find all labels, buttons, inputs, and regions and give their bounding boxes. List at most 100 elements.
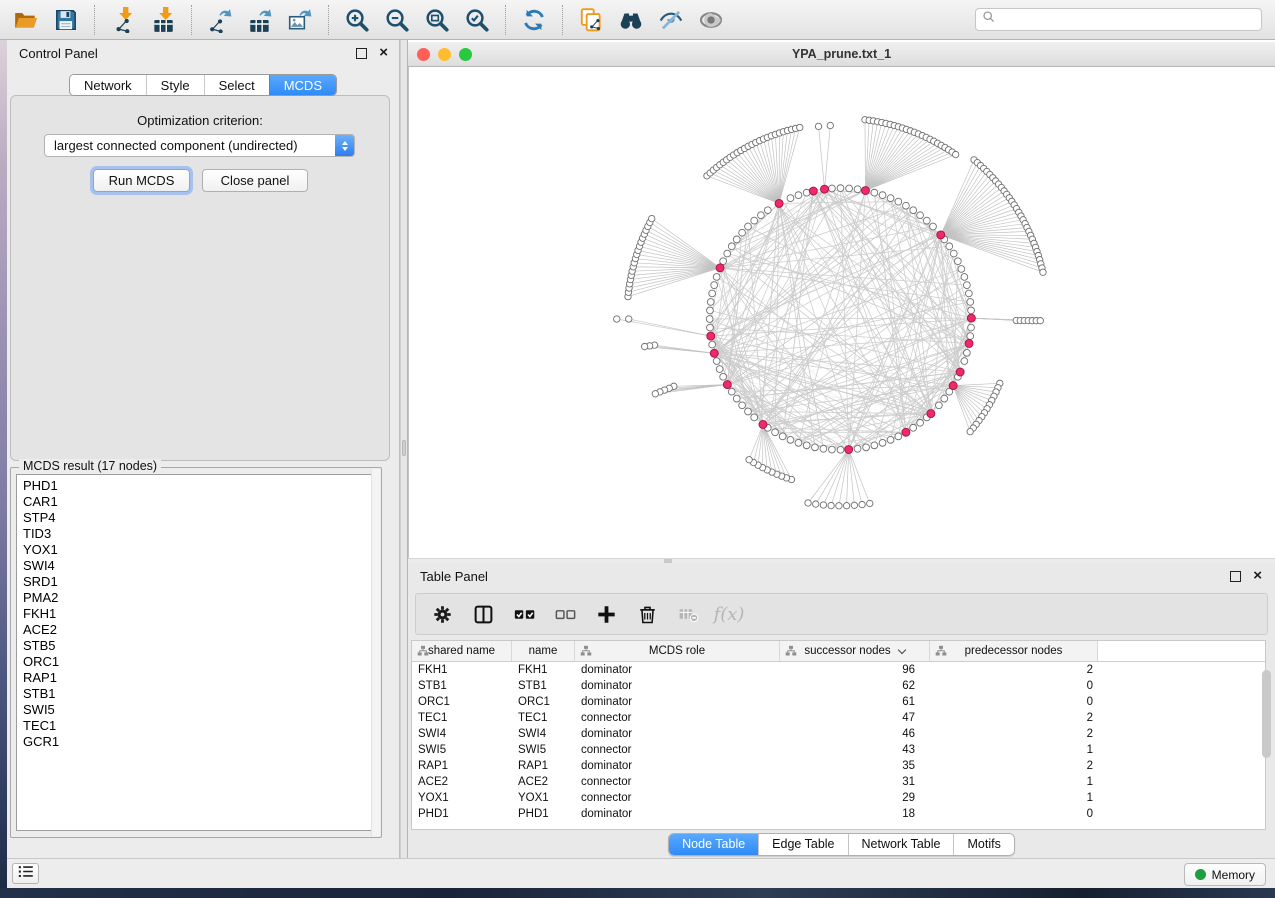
table-row[interactable]: RAP1RAP1dominator352 xyxy=(412,758,1265,774)
table-tabs: Node TableEdge TableNetwork TableMotifs xyxy=(668,833,1015,856)
column-header-successor-nodes[interactable]: successor nodes xyxy=(780,641,930,661)
list-item[interactable]: PHD1 xyxy=(17,475,375,494)
table-row[interactable]: YOX1YOX1connector291 xyxy=(412,790,1265,806)
mcds-result-list[interactable]: PHD1CAR1STP4TID3YOX1SWI4SRD1PMA2FKH1ACE2… xyxy=(16,474,376,831)
first-neighbors-button[interactable] xyxy=(612,4,650,36)
table-row[interactable]: PHD1PHD1dominator180 xyxy=(412,806,1265,822)
tab-edge-table[interactable]: Edge Table xyxy=(758,834,847,855)
list-item[interactable]: RAP1 xyxy=(17,670,375,686)
column-label: shared name xyxy=(428,645,495,657)
table-row[interactable]: FKH1FKH1dominator962 xyxy=(412,662,1265,678)
hide-selected-button[interactable] xyxy=(652,4,690,36)
tab-motifs[interactable]: Motifs xyxy=(953,834,1013,855)
save-session-button[interactable] xyxy=(47,4,85,36)
function-builder-icon: f(x) xyxy=(714,604,745,625)
cell: 31 xyxy=(780,776,930,788)
list-item[interactable]: SRD1 xyxy=(17,574,375,590)
clone-network-button[interactable] xyxy=(572,4,610,36)
list-item[interactable]: TEC1 xyxy=(17,718,375,734)
zoom-fit-button[interactable] xyxy=(418,4,456,36)
delete-column-button[interactable] xyxy=(635,602,659,626)
list-item[interactable]: FKH1 xyxy=(17,606,375,622)
close-panel-icon[interactable]: × xyxy=(379,44,388,62)
search-box[interactable] xyxy=(975,8,1262,31)
toolbar-separator xyxy=(94,5,95,35)
close-panel-button[interactable]: Close panel xyxy=(202,169,308,192)
tab-mcds[interactable]: MCDS xyxy=(269,75,336,95)
export-image-button[interactable] xyxy=(281,4,319,36)
cell: connector xyxy=(575,712,780,724)
network-titlebar: YPA_prune.txt_1 xyxy=(408,42,1275,67)
table-row[interactable]: ORC1ORC1dominator610 xyxy=(412,694,1265,710)
column-header-name[interactable]: name xyxy=(512,641,575,661)
table-row[interactable]: TEC1TEC1connector472 xyxy=(412,710,1265,726)
list-item[interactable]: CAR1 xyxy=(17,494,375,510)
status-bar: Memory xyxy=(7,858,1275,888)
export-network-button[interactable] xyxy=(201,4,239,36)
import-network-button[interactable] xyxy=(104,4,142,36)
show-all-button[interactable] xyxy=(692,4,730,36)
task-history-button[interactable] xyxy=(12,863,39,884)
list-item[interactable]: PMA2 xyxy=(17,590,375,606)
close-panel-icon[interactable]: × xyxy=(1253,567,1262,585)
cell: dominator xyxy=(575,760,780,772)
tab-network-table[interactable]: Network Table xyxy=(848,834,954,855)
table-row[interactable]: SWI4SWI4dominator462 xyxy=(412,726,1265,742)
table-panel-titlebar: Table Panel × xyxy=(408,563,1275,589)
splitter-handle[interactable] xyxy=(402,440,406,456)
column-header-mcds-role[interactable]: MCDS role xyxy=(575,641,780,661)
import-table-button[interactable] xyxy=(144,4,182,36)
list-item[interactable]: YOX1 xyxy=(17,542,375,558)
zoom-selected-button[interactable] xyxy=(458,4,496,36)
list-item[interactable]: SWI5 xyxy=(17,702,375,718)
search-input[interactable] xyxy=(1000,12,1255,28)
add-column-button[interactable] xyxy=(594,602,618,626)
run-mcds-button[interactable]: Run MCDS xyxy=(93,169,190,192)
open-session-button[interactable] xyxy=(7,4,45,36)
cell: ORC1 xyxy=(512,696,575,708)
list-item[interactable]: SWI4 xyxy=(17,558,375,574)
list-item[interactable]: TID3 xyxy=(17,526,375,542)
list-item[interactable]: STB5 xyxy=(17,638,375,654)
cell: connector xyxy=(575,776,780,788)
table-row[interactable]: STB1STB1dominator620 xyxy=(412,678,1265,694)
list-item[interactable]: STP4 xyxy=(17,510,375,526)
cell: YOX1 xyxy=(512,792,575,804)
cell: ORC1 xyxy=(412,696,512,708)
split-view-button[interactable] xyxy=(471,602,495,626)
network-canvas[interactable] xyxy=(408,67,1275,558)
column-header-predecessor-nodes[interactable]: predecessor nodes xyxy=(930,641,1098,661)
list-item[interactable]: ORC1 xyxy=(17,654,375,670)
settings-button[interactable] xyxy=(430,602,454,626)
float-panel-icon[interactable] xyxy=(1230,571,1241,582)
export-table-icon xyxy=(247,7,273,33)
list-scrollbar[interactable] xyxy=(371,469,380,836)
criterion-select[interactable]: largest connected component (undirected) xyxy=(44,134,355,157)
deselect-all-button[interactable] xyxy=(553,602,577,626)
list-item[interactable]: ACE2 xyxy=(17,622,375,638)
list-item[interactable]: STB1 xyxy=(17,686,375,702)
cell: 1 xyxy=(930,744,1098,756)
cell: dominator xyxy=(575,680,780,692)
list-item[interactable]: GCR1 xyxy=(17,734,375,750)
tab-select[interactable]: Select xyxy=(204,75,269,95)
vertical-splitter[interactable] xyxy=(400,40,408,858)
zoom-out-button[interactable] xyxy=(378,4,416,36)
cell: 1 xyxy=(930,792,1098,804)
export-table-button[interactable] xyxy=(241,4,279,36)
refresh-layout-button[interactable] xyxy=(515,4,553,36)
table-header: shared name nameMCDS rolesuccessor nodesp… xyxy=(412,641,1265,662)
tab-style[interactable]: Style xyxy=(146,75,204,95)
table-scrollbar[interactable] xyxy=(1262,670,1271,758)
memory-button[interactable]: Memory xyxy=(1184,863,1266,886)
zoom-in-button[interactable] xyxy=(338,4,376,36)
select-all-button[interactable] xyxy=(512,602,536,626)
table-row[interactable]: SWI5SWI5connector431 xyxy=(412,742,1265,758)
cell: 0 xyxy=(930,808,1098,820)
cell: STB1 xyxy=(512,680,575,692)
column-header-shared-name[interactable]: shared name xyxy=(412,641,512,661)
tab-network[interactable]: Network xyxy=(70,75,146,95)
float-panel-icon[interactable] xyxy=(356,48,367,59)
table-row[interactable]: ACE2ACE2connector311 xyxy=(412,774,1265,790)
tab-node-table[interactable]: Node Table xyxy=(669,834,758,855)
